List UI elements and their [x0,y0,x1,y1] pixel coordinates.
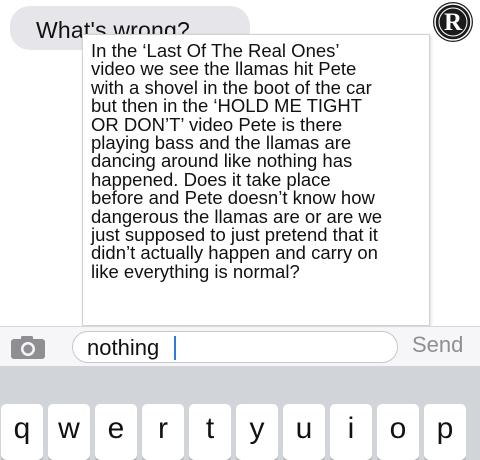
message-input-value: nothing [87,335,160,360]
keyboard-row: q w e r t y u i o p [0,404,480,460]
message-input-bar: nothing Send [0,326,480,366]
logo-letter: R [443,9,463,36]
logo-badge-icon: R [433,2,473,42]
overlay-text: In the ‘Last Of The Real Ones’ video we … [91,40,383,282]
key-u[interactable]: u [283,404,325,460]
key-p[interactable]: p [424,404,466,460]
key-w[interactable]: w [48,404,90,460]
key-q[interactable]: q [1,404,43,460]
keyboard: q w e r t y u i o p [0,366,480,460]
key-o[interactable]: o [377,404,419,460]
key-y[interactable]: y [236,404,278,460]
key-t[interactable]: t [189,404,231,460]
key-i[interactable]: i [330,404,372,460]
text-caret [174,336,176,360]
key-e[interactable]: e [95,404,137,460]
message-input-field[interactable]: nothing [72,331,398,363]
send-button[interactable]: Send [412,332,463,358]
camera-icon[interactable] [9,334,49,365]
key-r[interactable]: r [142,404,184,460]
overlay-text-card: In the ‘Last Of The Real Ones’ video we … [82,34,430,326]
